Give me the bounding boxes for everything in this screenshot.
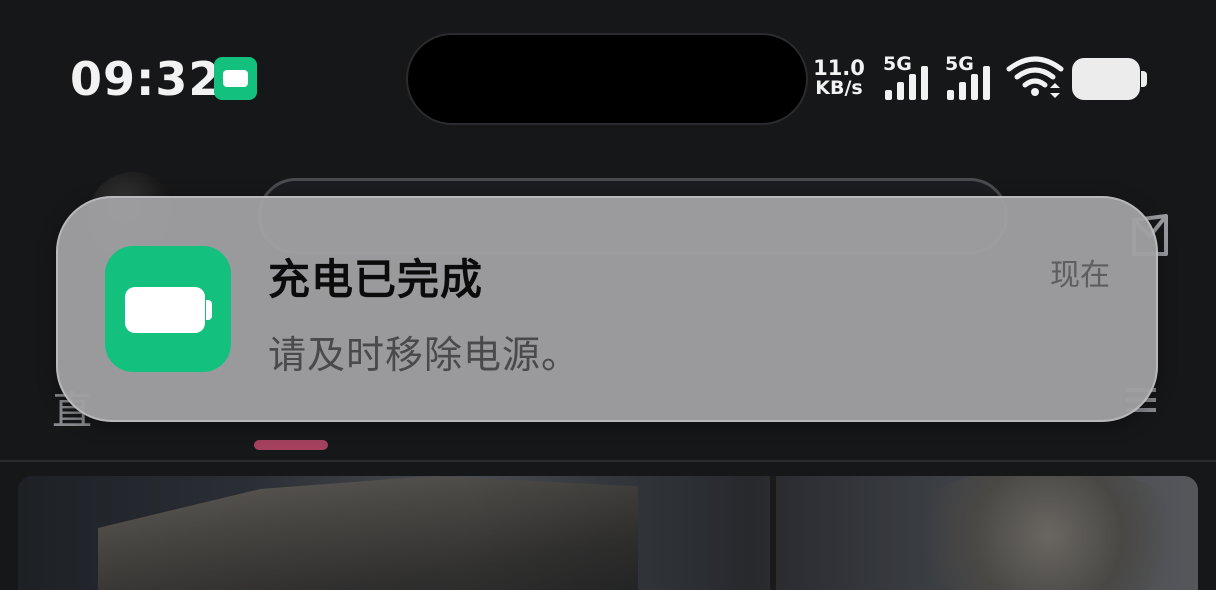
thumbnail-ruins <box>98 476 638 590</box>
network-speed-unit: KB/s <box>815 77 863 99</box>
notification-banner[interactable]: 充电已完成 请及时移除电源。 现在 <box>56 196 1158 422</box>
notification-title: 充电已完成 <box>268 255 484 304</box>
battery-icon <box>223 70 248 87</box>
battery-tip <box>1141 71 1147 87</box>
wifi-icon <box>1006 56 1064 98</box>
notification-time: 现在 <box>1050 258 1110 293</box>
signal-bars-icon <box>947 66 990 100</box>
thumbnail-mast <box>770 476 776 590</box>
battery-body <box>125 287 205 333</box>
active-tab-indicator <box>254 440 328 450</box>
battery-tip <box>206 300 212 320</box>
notification-body: 请及时移除电源。 <box>268 333 581 377</box>
charging-status-icon <box>214 57 257 100</box>
network-speed-value: 11.0 <box>813 56 865 80</box>
divider <box>0 460 1216 462</box>
video-thumbnail[interactable] <box>18 476 1198 590</box>
battery-icon <box>1072 58 1147 100</box>
phone-screen: 09:32 11.0 KB/s 5G 5G 直 充电已完成 请及时移除电源。 现… <box>0 0 1216 590</box>
sim2-signal: 5G <box>945 54 997 102</box>
thumbnail-smoke <box>898 476 1198 590</box>
dynamic-island <box>408 35 806 123</box>
status-time: 09:32 <box>70 52 222 106</box>
network-speed: 11.0 KB/s <box>811 56 867 99</box>
signal-bars-icon <box>885 66 928 100</box>
battery-icon <box>105 246 231 372</box>
sim1-signal: 5G <box>883 54 935 102</box>
